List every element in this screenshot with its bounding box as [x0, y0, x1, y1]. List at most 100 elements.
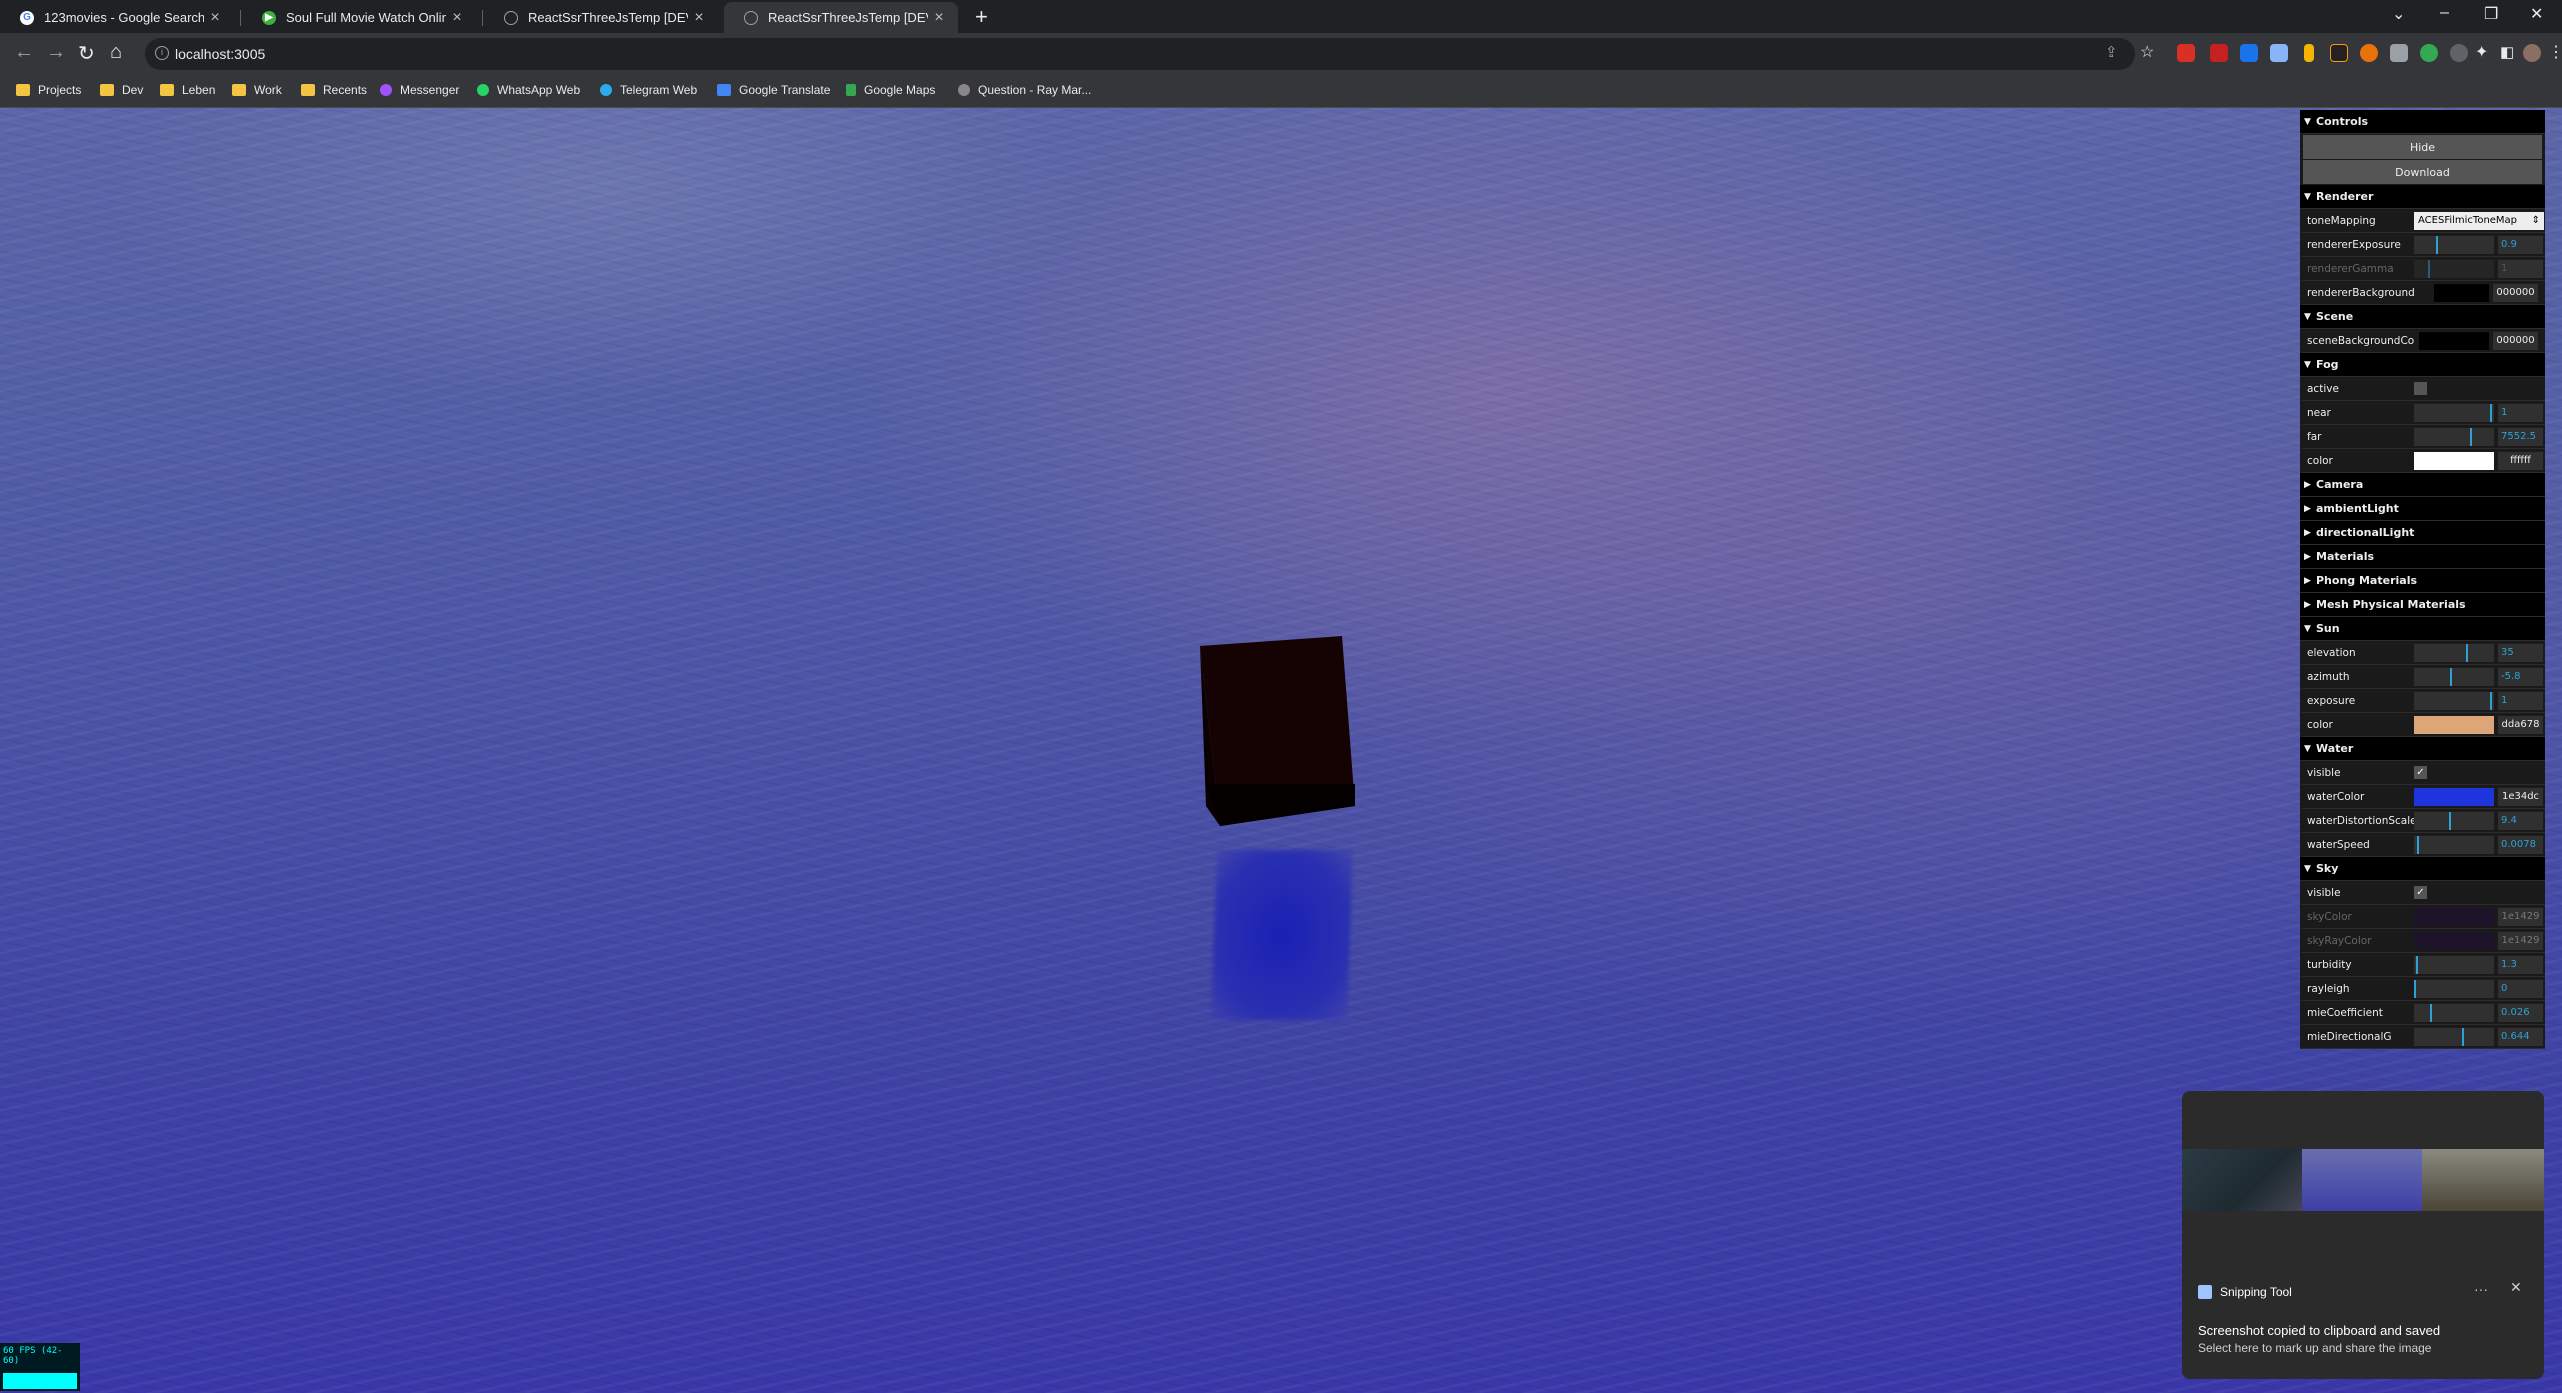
tab-3[interactable]: ReactSsrThreeJsTemp [DEV] × — [484, 2, 718, 33]
sky-folder[interactable]: ▼ Sky — [2300, 857, 2545, 881]
ambientlight-folder[interactable]: ▶ ambientLight — [2300, 497, 2545, 521]
color-swatch[interactable] — [2434, 283, 2489, 302]
tonemapping-select[interactable]: ACESFilmicToneMap ⇕ — [2414, 211, 2544, 230]
sun-elevation-slider[interactable] — [2414, 643, 2494, 662]
sun-color-input[interactable]: dda678 — [2498, 715, 2543, 734]
extension-orange-icon[interactable] — [2360, 44, 2378, 62]
bookmark-google-translate[interactable]: Google Translate — [717, 83, 830, 97]
back-icon[interactable]: ← — [14, 41, 34, 64]
bookmark-folder-recents[interactable]: Recents — [301, 83, 367, 97]
fog-near-input[interactable]: 1 — [2498, 403, 2543, 422]
sky-mieg-input[interactable]: 0.644 — [2498, 1027, 2543, 1046]
water-distortion-input[interactable]: 9.4 — [2498, 811, 2543, 830]
minimize-icon[interactable]: – — [2440, 4, 2449, 22]
tab-1[interactable]: G 123movies - Google Search × — [0, 2, 234, 33]
threejs-canvas[interactable] — [0, 108, 2562, 1393]
renderer-gamma-input[interactable]: 1 — [2498, 259, 2543, 278]
scene-folder[interactable]: ▼ Scene — [2300, 305, 2545, 329]
color-swatch[interactable] — [2414, 787, 2494, 806]
sun-folder[interactable]: ▼ Sun — [2300, 617, 2545, 641]
sky-visible-checkbox[interactable]: ✓ — [2414, 886, 2427, 899]
tab-4-active[interactable]: ReactSsrThreeJsTemp [DEV] × — [724, 2, 958, 33]
extension-s-icon[interactable] — [2240, 44, 2258, 62]
close-tab-icon[interactable]: × — [446, 9, 468, 27]
sky-ray-color-input[interactable]: 1e1429 — [2498, 931, 2543, 950]
mesh-physical-materials-folder[interactable]: ▶ Mesh Physical Materials — [2300, 593, 2545, 617]
side-panel-icon[interactable]: ◧ — [2500, 43, 2514, 61]
close-window-icon[interactable]: ✕ — [2530, 4, 2543, 24]
restore-icon[interactable]: ❐ — [2484, 4, 2498, 24]
extension-camera-icon[interactable] — [2390, 44, 2408, 62]
fog-active-checkbox[interactable] — [2414, 382, 2427, 395]
snipping-tool-notification[interactable]: Snipping Tool ··· ✕ Screenshot copied to… — [2182, 1091, 2544, 1379]
materials-folder[interactable]: ▶ Materials — [2300, 545, 2545, 569]
color-swatch[interactable] — [2414, 931, 2494, 950]
renderer-exposure-input[interactable]: 0.9 — [2498, 235, 2543, 254]
controls-header[interactable]: ▼ Controls — [2300, 110, 2545, 134]
forward-icon[interactable]: → — [46, 41, 66, 64]
sky-turbidity-input[interactable]: 1.3 — [2498, 955, 2543, 974]
fog-near-slider[interactable] — [2414, 403, 2494, 422]
extension-cloud-icon[interactable] — [2330, 44, 2348, 62]
fog-far-input[interactable]: 7552.5 — [2498, 427, 2543, 446]
bookmark-folder-projects[interactable]: Projects — [16, 83, 81, 97]
sky-mieg-slider[interactable] — [2414, 1027, 2494, 1046]
sun-exposure-slider[interactable] — [2414, 691, 2494, 710]
renderer-exposure-slider[interactable] — [2414, 235, 2494, 254]
phong-materials-folder[interactable]: ▶ Phong Materials — [2300, 569, 2545, 593]
water-folder[interactable]: ▼ Water — [2300, 737, 2545, 761]
bookmark-google-maps[interactable]: Google Maps — [846, 83, 935, 97]
profile-avatar[interactable] — [2523, 44, 2541, 62]
sky-mie-slider[interactable] — [2414, 1003, 2494, 1022]
fog-far-slider[interactable] — [2414, 427, 2494, 446]
close-tab-icon[interactable]: × — [928, 9, 950, 27]
hide-button[interactable]: Hide — [2303, 135, 2542, 159]
sky-rayleigh-slider[interactable] — [2414, 979, 2494, 998]
color-swatch[interactable] — [2414, 907, 2494, 926]
download-button[interactable]: Download — [2303, 160, 2542, 184]
water-speed-slider[interactable] — [2414, 835, 2494, 854]
more-options-icon[interactable]: ··· — [2474, 1281, 2488, 1297]
sun-exposure-input[interactable]: 1 — [2498, 691, 2543, 710]
color-swatch[interactable] — [2414, 715, 2494, 734]
fog-color-input[interactable]: ffffff — [2498, 451, 2543, 470]
close-tab-icon[interactable]: × — [204, 9, 226, 27]
water-visible-checkbox[interactable]: ✓ — [2414, 766, 2427, 779]
sky-mie-input[interactable]: 0.026 — [2498, 1003, 2543, 1022]
bookmark-messenger[interactable]: Messenger — [380, 83, 459, 97]
extension-t-icon[interactable] — [2270, 44, 2288, 62]
bookmark-telegram[interactable]: Telegram Web — [600, 83, 697, 97]
home-icon[interactable]: ⌂ — [110, 41, 122, 64]
bookmark-folder-work[interactable]: Work — [232, 83, 282, 97]
water-distortion-slider[interactable] — [2414, 811, 2494, 830]
color-swatch[interactable] — [2414, 451, 2494, 470]
fps-stats-panel[interactable]: 60 FPS (42-60) — [0, 1343, 80, 1391]
extension-bulb-icon[interactable] — [2304, 44, 2314, 62]
bookmark-question[interactable]: Question - Ray Mar... — [958, 83, 1091, 97]
sky-color-input[interactable]: 1e1429 — [2498, 907, 2543, 926]
close-notification-icon[interactable]: ✕ — [2510, 1279, 2522, 1296]
sun-elevation-input[interactable]: 35 — [2498, 643, 2543, 662]
bookmark-whatsapp[interactable]: WhatsApp Web — [477, 83, 580, 97]
close-tab-icon[interactable]: × — [688, 9, 710, 27]
color-swatch[interactable] — [2419, 331, 2489, 350]
adblock-icon[interactable] — [2210, 44, 2228, 62]
extension-grey-icon[interactable] — [2450, 44, 2468, 62]
sun-azimuth-slider[interactable] — [2414, 667, 2494, 686]
site-info-icon[interactable]: i — [155, 46, 169, 60]
sky-rayleigh-input[interactable]: 0 — [2498, 979, 2543, 998]
directionallight-folder[interactable]: ▶ directionalLight — [2300, 521, 2545, 545]
share-icon[interactable]: ⇪ — [2105, 43, 2118, 61]
scene-bg-input[interactable]: 000000 — [2493, 331, 2538, 350]
address-bar[interactable]: i localhost:3005 — [145, 38, 2135, 70]
sun-azimuth-input[interactable]: -5.8 — [2498, 667, 2543, 686]
new-tab-icon[interactable]: + — [975, 6, 988, 28]
water-speed-input[interactable]: 0.0078 — [2498, 835, 2543, 854]
renderer-bg-input[interactable]: 000000 — [2493, 283, 2538, 302]
tab-2[interactable]: ▶ Soul Full Movie Watch Online 12 × — [242, 2, 476, 33]
fog-folder[interactable]: ▼ Fog — [2300, 353, 2545, 377]
water-color-input[interactable]: 1e34dc — [2498, 787, 2543, 806]
camera-folder[interactable]: ▶ Camera — [2300, 473, 2545, 497]
sky-turbidity-slider[interactable] — [2414, 955, 2494, 974]
reload-icon[interactable]: ↻ — [78, 41, 95, 66]
